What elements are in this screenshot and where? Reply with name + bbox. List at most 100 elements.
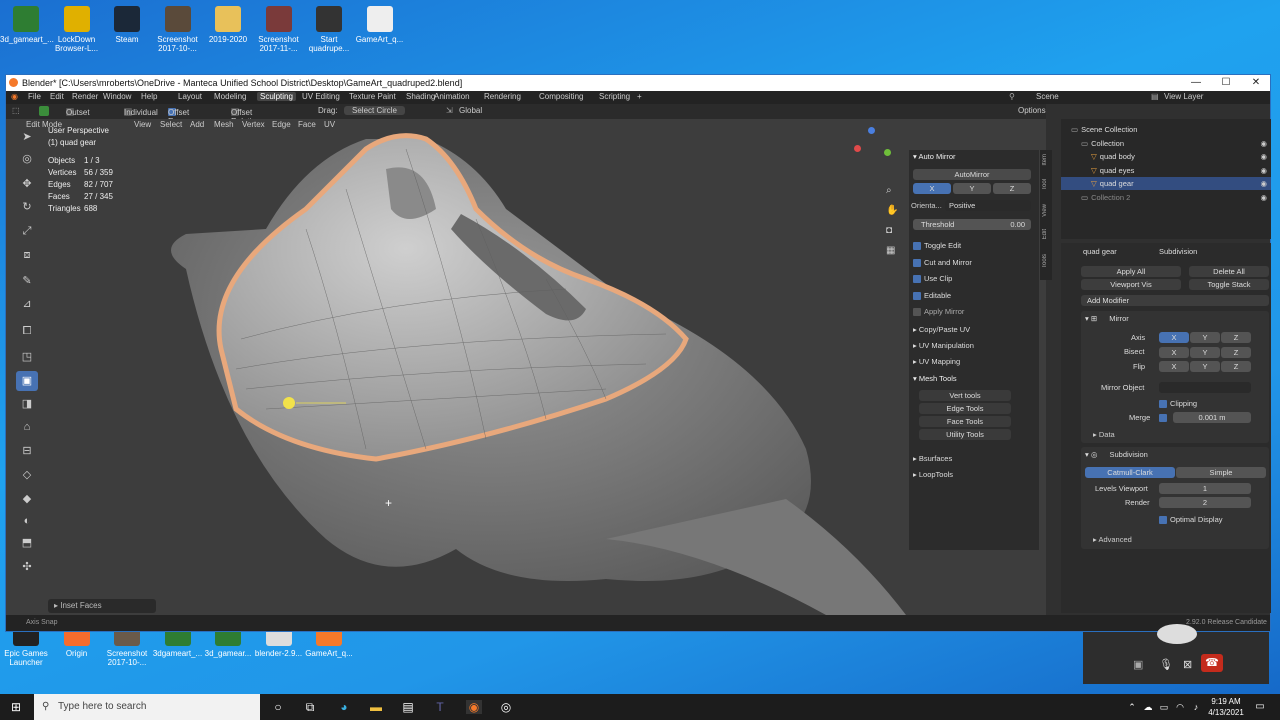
edge-icon[interactable]: ◕ bbox=[336, 700, 352, 714]
teams-icon[interactable]: T bbox=[432, 700, 448, 714]
desktop-icon[interactable]: Steam bbox=[101, 6, 153, 44]
desktop-icon[interactable]: 3d_gameart_... bbox=[0, 6, 54, 44]
store-icon[interactable]: ▤ bbox=[400, 700, 416, 714]
light-gizmo[interactable] bbox=[283, 397, 295, 409]
measure-icon[interactable]: ⊿ bbox=[16, 294, 38, 314]
minimize-button[interactable]: — bbox=[1181, 75, 1211, 91]
taskbar-search[interactable]: ⚲ Type here to search bbox=[34, 694, 260, 720]
desktop-icon[interactable]: Screenshot 2017-11-... bbox=[253, 6, 305, 53]
navigation-gizmo[interactable] bbox=[854, 127, 894, 167]
pan-hand-icon[interactable]: ✋ bbox=[886, 201, 898, 221]
screen-share-icon[interactable]: ⊠ bbox=[1183, 658, 1192, 671]
cortana-icon[interactable]: ○ bbox=[270, 700, 286, 714]
shrink-icon[interactable]: ✣ bbox=[16, 557, 38, 577]
view-layer-name[interactable]: View Layer bbox=[1164, 92, 1203, 101]
workspace-tab[interactable]: + bbox=[637, 92, 642, 101]
menu-help[interactable]: Help bbox=[141, 92, 157, 101]
mesh-tools-header[interactable]: ▾ Mesh Tools bbox=[913, 372, 957, 385]
add-modifier-dropdown[interactable]: Add Modifier bbox=[1081, 295, 1269, 306]
merge-distance-field[interactable]: 0.001 m bbox=[1173, 412, 1251, 423]
panel-section[interactable]: ▸ Bsurfaces bbox=[913, 452, 952, 465]
automirror-button[interactable]: AutoMirror bbox=[913, 169, 1031, 180]
camera-off-icon[interactable]: ▣ bbox=[1133, 658, 1143, 671]
n-panel-tab[interactable]: View bbox=[1042, 204, 1048, 217]
panel-section[interactable]: ▸ Copy/Paste UV bbox=[913, 323, 970, 336]
n-panel-tab[interactable]: Tool bbox=[1042, 179, 1048, 190]
loop-cut-icon[interactable]: ⌂ bbox=[16, 417, 38, 437]
bisect-x-toggle[interactable]: X bbox=[1159, 346, 1189, 358]
knife-icon[interactable]: ⊟ bbox=[16, 441, 38, 461]
threshold-field[interactable]: Threshold 0.00 bbox=[913, 219, 1031, 230]
workspace-tab[interactable]: Sculpting bbox=[257, 92, 296, 101]
toggle-stack-button[interactable]: Toggle Stack bbox=[1189, 279, 1269, 290]
wifi-icon[interactable]: ◠ bbox=[1172, 700, 1188, 714]
subdivision-header[interactable]: ▾ ◎ Subdivision bbox=[1085, 448, 1148, 461]
workspace-tab[interactable]: Rendering bbox=[484, 92, 521, 101]
file-explorer-icon[interactable]: ▬ bbox=[368, 700, 384, 714]
annotate-icon[interactable]: ✎ bbox=[16, 271, 38, 291]
mesh-tool-button[interactable]: Face Tools bbox=[919, 416, 1011, 427]
automirror-axis-z[interactable]: Z bbox=[993, 183, 1031, 194]
visibility-eye-icon[interactable]: ◉ bbox=[1260, 164, 1267, 177]
view-menu-view[interactable]: View bbox=[134, 120, 151, 129]
panel-section[interactable]: ▸ UV Manipulation bbox=[913, 339, 974, 352]
axis-x-toggle[interactable]: X bbox=[1159, 332, 1189, 343]
mesh-tool-button[interactable]: Vert tools bbox=[919, 390, 1011, 401]
desktop-icon[interactable]: LockDown Browser-L... bbox=[51, 6, 103, 53]
zoom-icon[interactable]: ⌕ bbox=[886, 181, 898, 201]
workspace-tab[interactable]: Layout bbox=[178, 92, 202, 101]
shear-icon[interactable]: ⬒ bbox=[16, 533, 38, 553]
orientation-select[interactable]: Global bbox=[459, 106, 482, 115]
desktop-icon[interactable]: Epic Games Launcher bbox=[0, 628, 52, 667]
delete-all-button[interactable]: Delete All bbox=[1189, 266, 1269, 277]
apply-all-button[interactable]: Apply All bbox=[1081, 266, 1181, 277]
merge-check[interactable] bbox=[1159, 411, 1170, 424]
viewport-vis-button[interactable]: Viewport Vis bbox=[1081, 279, 1181, 290]
battery-icon[interactable]: ▭ bbox=[1156, 700, 1172, 714]
advanced-section[interactable]: ▸ Advanced bbox=[1093, 533, 1132, 546]
option-check[interactable]: Editable bbox=[913, 289, 951, 302]
bisect-y-toggle[interactable]: Y bbox=[1190, 346, 1220, 358]
maximize-button[interactable]: ☐ bbox=[1211, 75, 1241, 91]
volume-icon[interactable]: ♪ bbox=[1188, 700, 1204, 714]
workspace-tab[interactable]: Shading bbox=[406, 92, 435, 101]
camera-icon[interactable]: ◘ bbox=[886, 221, 898, 241]
axis-z-toggle[interactable]: Z bbox=[1221, 332, 1251, 343]
automirror-header[interactable]: ▾ Auto Mirror bbox=[913, 150, 956, 163]
extrude-icon[interactable]: ◳ bbox=[16, 347, 38, 367]
panel-section[interactable]: ▸ UV Mapping bbox=[913, 355, 960, 368]
grid-icon[interactable]: ▦ bbox=[886, 241, 898, 261]
desktop-icon[interactable]: 3dgameart_... bbox=[152, 628, 204, 658]
mirror-header[interactable]: ▾ ⊞ Mirror bbox=[1085, 312, 1129, 325]
checkbox[interactable] bbox=[913, 258, 921, 267]
view-menu-select[interactable]: Select bbox=[160, 120, 182, 129]
render-levels-field[interactable]: 2 bbox=[1159, 497, 1251, 508]
3d-viewport[interactable]: + ➤ ◎ ✥ ↻ ⤢ ⧈ ✎ ⊿ ⧠ ◳ ▣ ◨ ⌂ ⊟ ◇ ◆ ◐ ⬒ ✣ User Perspective (… bbox=[6, 119, 1046, 615]
view-menu-add[interactable]: Add bbox=[190, 120, 204, 129]
checkbox[interactable] bbox=[913, 242, 921, 251]
desktop-icon[interactable]: Start quadrupe... bbox=[303, 6, 355, 53]
obs-icon[interactable]: ◎ bbox=[498, 700, 514, 714]
outliner-item[interactable]: ▭ Collection 2 ◉ bbox=[1061, 191, 1271, 204]
menu-window[interactable]: Window bbox=[103, 92, 131, 101]
blender-menu-icon[interactable]: ◉ bbox=[11, 92, 18, 101]
mesh-tool-button[interactable]: Edge Tools bbox=[919, 403, 1011, 414]
hang-up-button[interactable]: ☎ bbox=[1201, 654, 1223, 672]
catmull-clark-button[interactable]: Catmull-Clark bbox=[1085, 467, 1175, 478]
workspace-tab[interactable]: Scripting bbox=[599, 92, 630, 101]
simple-button[interactable]: Simple bbox=[1176, 467, 1266, 478]
mirror-data-section[interactable]: ▸ Data bbox=[1093, 428, 1115, 441]
option-check[interactable]: Toggle Edit bbox=[913, 239, 961, 252]
workspace-tab[interactable]: UV Editing bbox=[302, 92, 340, 101]
n-panel-tab[interactable]: Item bbox=[1042, 154, 1048, 166]
checkbox[interactable] bbox=[913, 275, 921, 284]
desktop-icon[interactable]: GameArt_q... bbox=[303, 628, 355, 658]
n-panel-tab[interactable]: Tools bbox=[1042, 254, 1048, 268]
desktop-icon[interactable]: blender-2.9... bbox=[253, 628, 305, 658]
view-menu-mesh[interactable]: Mesh bbox=[214, 120, 234, 129]
view-menu-edge[interactable]: Edge bbox=[272, 120, 291, 129]
visibility-eye-icon[interactable]: ◉ bbox=[1260, 150, 1267, 163]
desktop-icon[interactable]: 3d_gamear... bbox=[202, 628, 254, 658]
menu-render[interactable]: Render bbox=[72, 92, 98, 101]
bisect-z-toggle[interactable]: Z bbox=[1221, 346, 1251, 358]
